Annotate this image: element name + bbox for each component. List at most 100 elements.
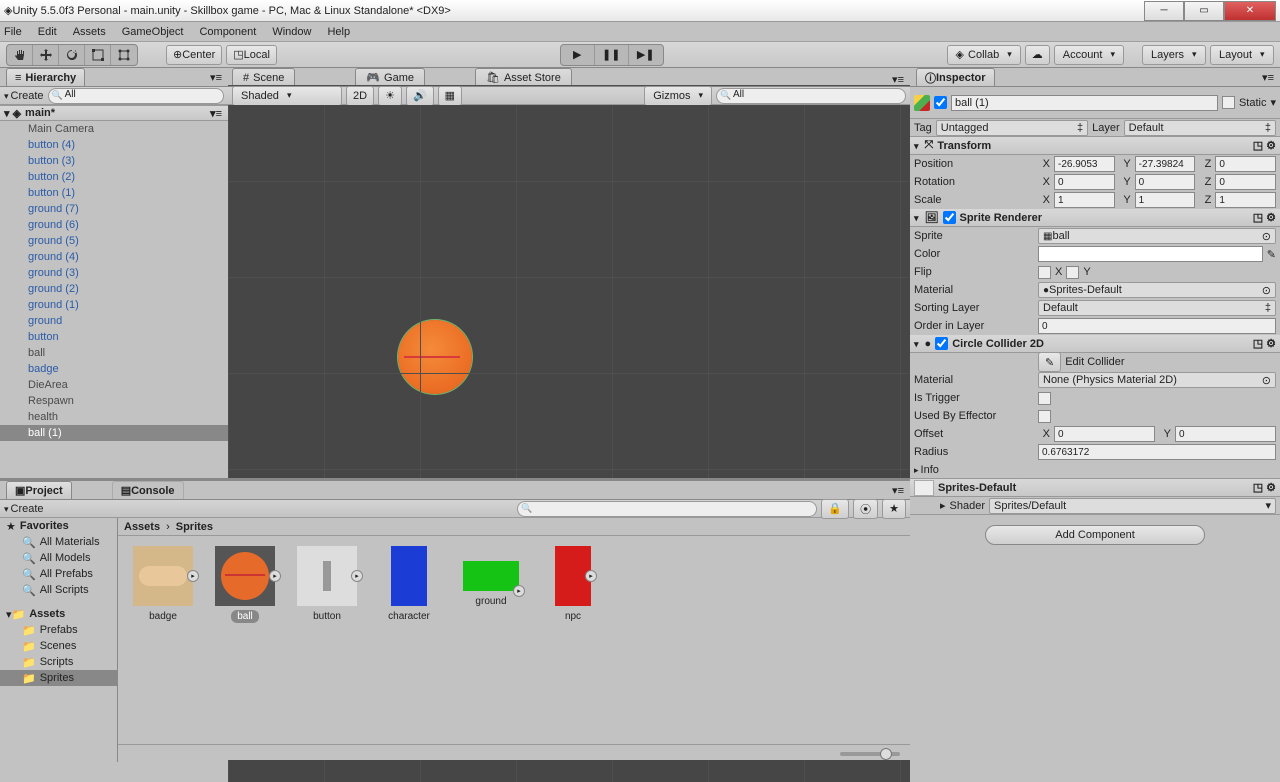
rot-y[interactable]: 0	[1135, 174, 1196, 190]
object-name-field[interactable]: ball (1)	[951, 95, 1218, 111]
create-dropdown[interactable]: Create	[4, 90, 44, 102]
asset-character[interactable]: character	[374, 546, 444, 623]
audio-toggle[interactable]: 🔊	[406, 86, 434, 106]
rot-x[interactable]: 0	[1054, 174, 1115, 190]
breadcrumb-sprites[interactable]: Sprites	[176, 521, 213, 533]
close-button[interactable]: ✕	[1224, 1, 1276, 21]
hierarchy-item[interactable]: button (3)	[0, 153, 228, 169]
thumbnail-size-slider[interactable]	[840, 752, 900, 756]
scale-z[interactable]: 1	[1215, 192, 1276, 208]
menu-window[interactable]: Window	[272, 26, 311, 38]
hierarchy-item[interactable]: button	[0, 329, 228, 345]
filter-type-icon[interactable]: ⦿	[853, 499, 878, 519]
hierarchy-item[interactable]: ground (2)	[0, 281, 228, 297]
scene-row[interactable]: ▾ ◈main* ▾≡	[0, 105, 228, 121]
transform-header[interactable]: ⤧ Transform◳ ⚙	[910, 137, 1280, 155]
asset-ground[interactable]: ▸ground	[456, 546, 526, 623]
gizmos-dropdown[interactable]: Gizmos	[644, 86, 712, 106]
menu-edit[interactable]: Edit	[38, 26, 57, 38]
rotate-tool[interactable]	[59, 45, 85, 65]
order-in-layer[interactable]: 0	[1038, 318, 1276, 334]
material-field[interactable]: ● Sprites-Default⊙	[1038, 282, 1276, 298]
project-search[interactable]	[517, 501, 817, 517]
hierarchy-item[interactable]: DieArea	[0, 377, 228, 393]
fav-prefabs[interactable]: 🔍 All Prefabs	[0, 566, 117, 582]
step-button[interactable]: ▶❚	[629, 45, 663, 65]
cloud-button[interactable]: ☁	[1025, 45, 1050, 65]
account-dropdown[interactable]: Account	[1054, 45, 1124, 65]
pivot-local-toggle[interactable]: ◳ Local	[226, 45, 277, 65]
assets-root[interactable]: ▾📁 Assets	[0, 606, 117, 622]
panel-menu-icon[interactable]: ▾≡	[210, 71, 222, 84]
shading-mode[interactable]: Shaded	[232, 86, 342, 106]
2d-toggle[interactable]: 2D	[346, 86, 374, 106]
panel-menu-icon[interactable]: ▾≡	[892, 484, 904, 497]
tag-dropdown[interactable]: Untagged‡	[936, 120, 1088, 136]
static-dropdown-icon[interactable]: ▾	[1270, 96, 1276, 109]
hierarchy-item[interactable]: button (4)	[0, 137, 228, 153]
favorites-header[interactable]: ★ Favorites	[0, 518, 117, 534]
material-preview-header[interactable]: Sprites-Default◳ ⚙	[910, 479, 1280, 497]
hierarchy-item[interactable]: ground (1)	[0, 297, 228, 313]
hierarchy-item[interactable]: ball (1)	[0, 425, 228, 441]
asset-ball[interactable]: ▸ball	[210, 546, 280, 623]
gameobject-icon[interactable]	[914, 95, 930, 111]
pos-x[interactable]: -26.9053	[1054, 156, 1115, 172]
info-foldout[interactable]: Info	[914, 464, 939, 476]
minimize-button[interactable]: ─	[1144, 1, 1184, 21]
active-checkbox[interactable]	[934, 96, 947, 109]
collab-dropdown[interactable]: ◈ Collab	[947, 45, 1021, 65]
menu-help[interactable]: Help	[327, 26, 350, 38]
fav-models[interactable]: 🔍 All Models	[0, 550, 117, 566]
hierarchy-tab[interactable]: ≡Hierarchy	[6, 68, 85, 86]
static-checkbox[interactable]	[1222, 96, 1235, 109]
fav-materials[interactable]: 🔍 All Materials	[0, 534, 117, 550]
scale-y[interactable]: 1	[1135, 192, 1196, 208]
edit-collider-button[interactable]: ✎	[1038, 352, 1061, 372]
radius-field[interactable]: 0.6763172	[1038, 444, 1276, 460]
folder-scenes[interactable]: 📁 Scenes	[0, 638, 117, 654]
filter-icon[interactable]: 🔒	[821, 499, 849, 519]
hierarchy-item[interactable]: ground (3)	[0, 265, 228, 281]
pos-y[interactable]: -27.39824	[1135, 156, 1196, 172]
scale-tool[interactable]	[85, 45, 111, 65]
layout-dropdown[interactable]: Layout	[1210, 45, 1274, 65]
flip-x[interactable]	[1038, 266, 1051, 279]
flip-y[interactable]	[1066, 266, 1079, 279]
tab-scene[interactable]: # Scene	[232, 68, 295, 86]
hierarchy-item[interactable]: badge	[0, 361, 228, 377]
project-tab[interactable]: ▣ Project	[6, 481, 72, 499]
offset-x[interactable]: 0	[1054, 426, 1155, 442]
breadcrumb-assets[interactable]: Assets	[124, 521, 160, 533]
sprite-renderer-header[interactable]: 🖼 Sprite Renderer◳ ⚙	[910, 209, 1280, 227]
pivot-center-toggle[interactable]: ⊕ Center	[166, 45, 222, 65]
tab-game[interactable]: 🎮 Game	[355, 68, 425, 86]
shader-dropdown[interactable]: Sprites/Default▾	[989, 498, 1276, 514]
hand-tool[interactable]	[7, 45, 33, 65]
tab-asset-store[interactable]: 🛍 Asset Store	[475, 68, 572, 86]
rect-tool[interactable]	[111, 45, 137, 65]
project-create[interactable]: Create	[4, 503, 44, 515]
hierarchy-item[interactable]: ground (7)	[0, 201, 228, 217]
folder-prefabs[interactable]: 📁 Prefabs	[0, 622, 117, 638]
scene-search[interactable]: All	[716, 88, 906, 104]
hierarchy-item[interactable]: Main Camera	[0, 121, 228, 137]
asset-button[interactable]: ▸button	[292, 546, 362, 623]
folder-scripts[interactable]: 📁 Scripts	[0, 654, 117, 670]
hierarchy-item[interactable]: button (1)	[0, 185, 228, 201]
fav-scripts[interactable]: 🔍 All Scripts	[0, 582, 117, 598]
asset-npc[interactable]: ▸npc	[538, 546, 608, 623]
pause-button[interactable]: ❚❚	[595, 45, 629, 65]
fx-toggle[interactable]: ▦	[438, 86, 462, 106]
pos-z[interactable]: 0	[1215, 156, 1276, 172]
phys-material[interactable]: None (Physics Material 2D)⊙	[1038, 372, 1276, 388]
used-by-effector[interactable]	[1038, 410, 1051, 423]
lighting-toggle[interactable]: ☀	[378, 86, 402, 106]
menu-gameobject[interactable]: GameObject	[122, 26, 184, 38]
hierarchy-search[interactable]: All	[48, 88, 224, 104]
selected-object-gizmo[interactable]	[398, 320, 472, 394]
menu-assets[interactable]: Assets	[73, 26, 106, 38]
hierarchy-item[interactable]: button (2)	[0, 169, 228, 185]
layer-dropdown[interactable]: Default‡	[1124, 120, 1276, 136]
layers-dropdown[interactable]: Layers	[1142, 45, 1206, 65]
